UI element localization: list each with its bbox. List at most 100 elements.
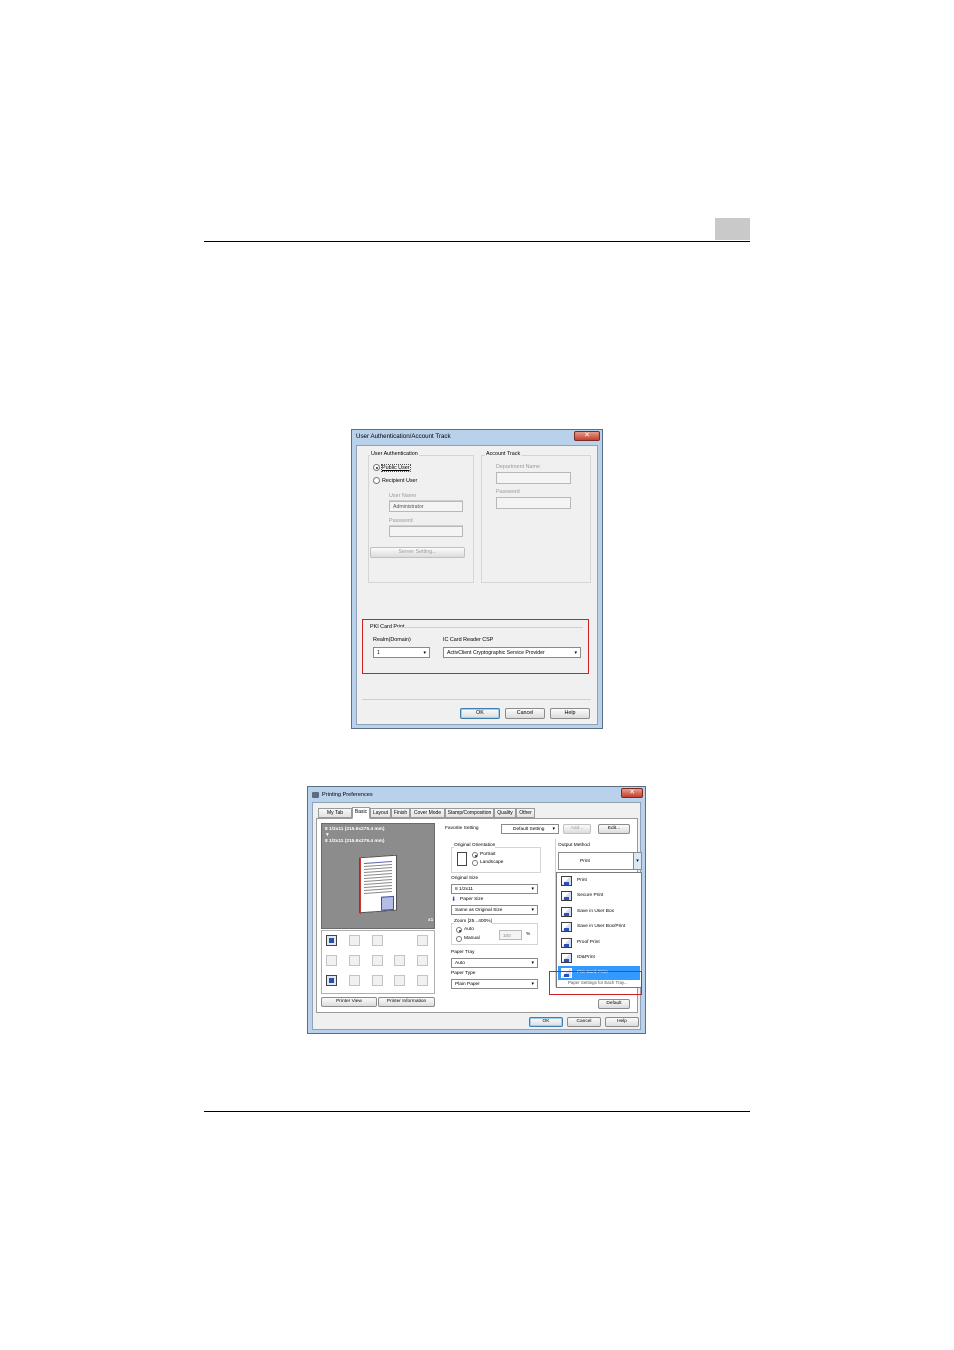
tab-label: Layout <box>372 810 388 816</box>
print-icon <box>561 876 572 886</box>
public-user-label[interactable]: Public User <box>381 464 411 472</box>
account-track-label: Account Track <box>485 451 522 457</box>
output-print-icon[interactable] <box>326 935 337 946</box>
zoom-manual-label[interactable]: Manual <box>464 936 480 941</box>
tab-label: Finish <box>393 810 408 816</box>
tab-label: Basic <box>354 809 368 815</box>
portrait-radio[interactable] <box>472 852 478 858</box>
zoom-label: Zoom [25...400%] <box>454 919 492 924</box>
page-fold <box>381 895 394 911</box>
tab-finish[interactable]: Finish <box>391 808 410 818</box>
chevron-down-icon: ▾ <box>531 960 534 966</box>
function-icon[interactable] <box>417 975 428 986</box>
divider <box>397 627 583 628</box>
tab-stamp-composition[interactable]: Stamp/Composition <box>445 808 494 818</box>
tab-layout[interactable]: Layout <box>370 808 391 818</box>
paper-tray-select[interactable]: Auto ▾ <box>451 958 538 968</box>
preview-arrow: ▼ <box>325 833 330 838</box>
function-icon[interactable] <box>372 935 383 946</box>
printer-information-button[interactable]: Printer Information <box>378 997 435 1007</box>
chevron-down-icon: ▾ <box>574 650 577 656</box>
portrait-label[interactable]: Portrait <box>480 852 495 857</box>
function-icon[interactable] <box>417 935 428 946</box>
list-item-label: Print <box>577 878 587 883</box>
function-icon[interactable] <box>394 955 405 966</box>
function-icon[interactable] <box>326 975 337 986</box>
list-item[interactable]: Secure Print <box>558 889 640 903</box>
output-method-select[interactable]: Print ▾ <box>558 852 642 870</box>
dialog-client: User Authentication Public User Recipien… <box>356 445 598 725</box>
function-icon[interactable] <box>326 955 337 966</box>
original-size-select[interactable]: 8 1/2x11 ▾ <box>451 884 538 894</box>
chevron-down-icon[interactable]: ▾ <box>633 853 641 869</box>
tab-label: Quality <box>497 810 513 816</box>
print-preview: 8 1/2x11 (215.9x279.4 mm) ▼ 8 1/2x11 (21… <box>321 823 435 929</box>
public-user-radio[interactable] <box>373 464 380 471</box>
list-item[interactable]: ID&Print <box>558 951 640 965</box>
recipient-user-label[interactable]: Recipient User <box>382 478 417 484</box>
paper-type-select[interactable]: Plain Paper ▾ <box>451 979 538 989</box>
zoom-auto-label[interactable]: Auto <box>464 927 474 932</box>
csp-select[interactable]: ActivClient Cryptographic Service Provid… <box>443 647 581 658</box>
preview-copies: x1 <box>428 918 434 923</box>
user-name-field[interactable]: Administrator <box>389 501 463 512</box>
account-password-field[interactable] <box>496 497 571 509</box>
printer-view-button[interactable]: Printer View <box>321 997 377 1007</box>
list-item-label: ID&Print <box>577 955 595 960</box>
paper-tray-value: Auto <box>455 960 465 966</box>
function-icon[interactable] <box>349 975 360 986</box>
original-size-value: 8 1/2x11 <box>455 886 474 892</box>
realm-select[interactable]: 1 ▾ <box>373 647 430 658</box>
close-icon[interactable]: ✕ <box>574 431 600 441</box>
tab-label: Stamp/Composition <box>447 810 492 816</box>
function-icon[interactable] <box>417 955 428 966</box>
cancel-button[interactable]: Cancel <box>505 708 545 719</box>
zoom-auto-radio[interactable] <box>456 927 462 933</box>
chapter-tab <box>715 218 750 240</box>
tab-my-tab[interactable]: My Tab <box>318 808 352 818</box>
ok-button[interactable]: OK <box>529 1017 563 1027</box>
list-item-label: Save in User Box/Print <box>577 924 626 929</box>
chevron-down-icon: ▾ <box>423 650 426 656</box>
paper-preview <box>359 854 397 915</box>
zoom-manual-radio[interactable] <box>456 936 462 942</box>
paper-size-select[interactable]: Same as Original Size ▾ <box>451 905 538 915</box>
favorite-setting-select[interactable]: Default Setting ▾ <box>501 824 559 834</box>
orientation-label: Original Orientation <box>454 843 496 848</box>
landscape-label[interactable]: Landscape <box>480 860 503 865</box>
title-bar: User Authentication/Account Track ✕ <box>352 430 602 445</box>
list-item[interactable]: Save in User Box <box>558 905 640 919</box>
function-icon[interactable] <box>349 935 360 946</box>
add-button[interactable]: Add... <box>563 824 591 834</box>
tab-quality[interactable]: Quality <box>494 808 516 818</box>
user-box-icon <box>561 907 572 917</box>
close-icon[interactable]: ✕ <box>621 788 643 798</box>
recipient-user-radio[interactable] <box>373 477 380 484</box>
landscape-radio[interactable] <box>472 860 478 866</box>
list-item[interactable]: Print <box>558 874 640 888</box>
password-field[interactable] <box>389 526 463 537</box>
help-button[interactable]: Help <box>550 708 590 719</box>
default-button[interactable]: Default <box>598 999 630 1009</box>
list-item[interactable]: Save in User Box/Print <box>558 920 640 934</box>
cancel-button[interactable]: Cancel <box>567 1017 601 1027</box>
function-icon[interactable] <box>372 955 383 966</box>
help-button[interactable]: Help <box>605 1017 639 1027</box>
edit-button[interactable]: Edit... <box>598 824 630 834</box>
server-setting-button[interactable]: Server Setting... <box>370 547 465 558</box>
function-icon[interactable] <box>372 975 383 986</box>
footer-rule <box>204 1111 750 1112</box>
tab-cover-mode[interactable]: Cover Mode <box>410 808 445 818</box>
ok-button[interactable]: OK <box>460 708 500 719</box>
tab-other[interactable]: Other <box>516 808 535 818</box>
list-item[interactable]: Proof Print <box>558 936 640 950</box>
favorite-setting-label: Favorite Setting <box>445 826 479 831</box>
department-name-field[interactable] <box>496 472 571 484</box>
function-icon[interactable] <box>394 975 405 986</box>
function-icon[interactable] <box>349 955 360 966</box>
tab-label: Cover Mode <box>413 810 442 816</box>
realm-label: Realm(Domain) <box>373 637 411 643</box>
zoom-stepper[interactable]: 100 <box>499 930 522 940</box>
user-auth-dialog: User Authentication/Account Track ✕ User… <box>351 429 603 729</box>
tab-basic[interactable]: Basic <box>352 807 370 819</box>
